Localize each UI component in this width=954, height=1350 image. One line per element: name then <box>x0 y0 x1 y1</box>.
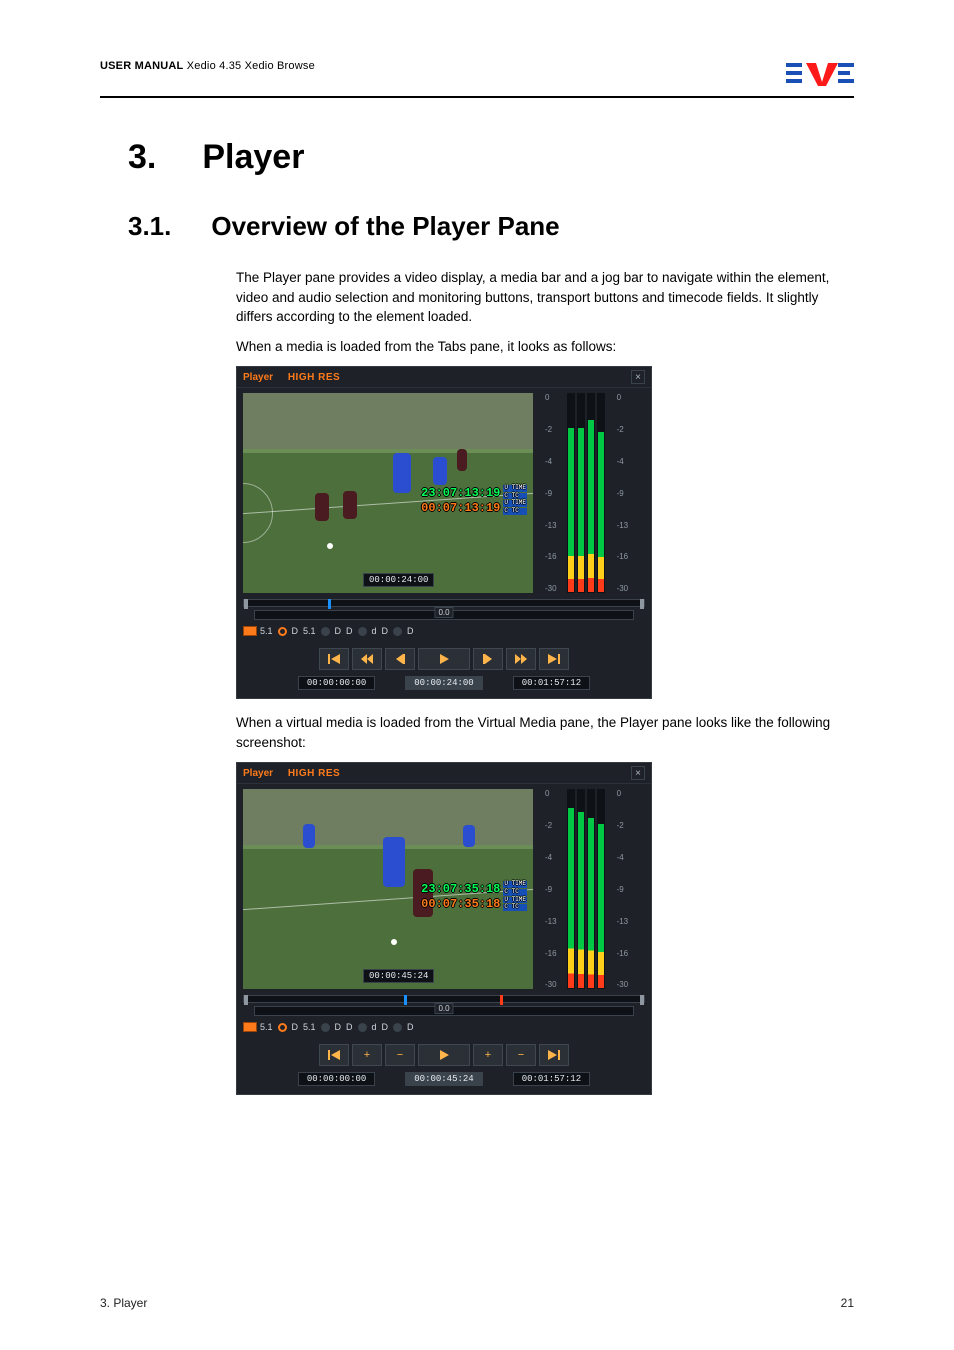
burnt-in-timecode: 23:07:35:18 U TIMEC TC 00:07:35:18 U TIM… <box>421 881 527 911</box>
fast-rewind-button[interactable] <box>352 648 382 670</box>
h1-title: Player <box>202 138 304 177</box>
audio-monitor-toggle[interactable] <box>358 1023 367 1032</box>
media-position-marker[interactable] <box>404 995 407 1005</box>
jog-speed-label: 0.0 <box>434 1003 453 1014</box>
video-display[interactable]: 23:07:13:19 U TIMEC TC 00:07:13:19 U TIM… <box>243 393 533 593</box>
close-icon: × <box>635 768 641 779</box>
doc-header-product: Xedio 4.35 <box>187 60 242 72</box>
player-label: Player <box>243 768 273 779</box>
video-timecode-overlay: 00:00:45:24 <box>363 969 434 983</box>
paragraph-caption-b: When a virtual media is loaded from the … <box>236 713 854 752</box>
audio-monitor-toggle[interactable] <box>321 627 330 636</box>
player-res-label: HIGH RES <box>288 768 340 779</box>
audio-monitor-toggle[interactable] <box>393 1023 402 1032</box>
footer-page-number: 21 <box>841 1296 854 1310</box>
transport-controls <box>237 642 651 674</box>
play-button[interactable] <box>418 1044 470 1066</box>
doc-header-module: Xedio Browse <box>245 60 315 72</box>
tc-current-field[interactable]: 00:00:45:24 <box>405 1072 482 1086</box>
h2-title: Overview of the Player Pane <box>211 211 559 242</box>
paragraph-caption-a: When a media is loaded from the Tabs pan… <box>236 337 854 357</box>
doc-header-prefix: USER MANUAL <box>100 60 183 72</box>
doc-header: USER MANUAL Xedio 4.35 Xedio Browse <box>100 60 315 72</box>
audio-monitor-toggle[interactable] <box>321 1023 330 1032</box>
burnt-in-timecode: 23:07:13:19 U TIMEC TC 00:07:13:19 U TIM… <box>421 485 527 515</box>
mark-out-minus-button[interactable]: − <box>506 1044 536 1066</box>
audio-scale-left: 0 -2 -4 -9 -13 -16 -30 <box>543 789 557 989</box>
goto-start-button[interactable] <box>319 648 349 670</box>
mark-in-minus-button[interactable]: − <box>385 1044 415 1066</box>
media-cut-marker[interactable] <box>500 995 503 1005</box>
jog-bar[interactable]: 0.0 <box>254 610 634 620</box>
player-close-button[interactable]: × <box>631 766 645 780</box>
step-back-button[interactable] <box>385 648 415 670</box>
tc-in-field[interactable]: 00:00:00:00 <box>298 676 375 690</box>
audio-selection-row: 5.1 D 5.1 D D d D D <box>237 626 651 642</box>
media-position-marker[interactable] <box>328 599 331 609</box>
player-res-label: HIGH RES <box>288 372 340 383</box>
tc-out-field[interactable]: 00:01:57:12 <box>513 676 590 690</box>
audio-scale-right: 0 -2 -4 -9 -13 -16 -30 <box>615 789 629 989</box>
media-bar[interactable] <box>243 995 645 1003</box>
media-bar[interactable] <box>243 599 645 607</box>
player-pane-virtual-media: Player HIGH RES × <box>236 762 652 1095</box>
tc-current-field[interactable]: 00:00:24:00 <box>405 676 482 690</box>
jog-bar[interactable]: 0.0 <box>254 1006 634 1016</box>
audio-meters <box>567 393 605 593</box>
evs-logo <box>786 60 854 86</box>
play-button[interactable] <box>418 648 470 670</box>
jog-speed-label: 0.0 <box>434 607 453 618</box>
mark-in-plus-button[interactable]: + <box>352 1044 382 1066</box>
video-timecode-overlay: 00:00:24:00 <box>363 573 434 587</box>
audio-monitor-toggle[interactable] <box>278 627 287 636</box>
audio-selection-row: 5.1 D 5.1 D D d D D <box>237 1022 651 1038</box>
player-label: Player <box>243 372 273 383</box>
footer-section: 3. Player <box>100 1296 147 1310</box>
video-display[interactable]: 23:07:35:18 U TIMEC TC 00:07:35:18 U TIM… <box>243 789 533 989</box>
h1-number: 3. <box>128 138 156 177</box>
audio-meters <box>567 789 605 989</box>
header-rule <box>100 96 854 98</box>
h2-number: 3.1. <box>128 211 171 242</box>
goto-end-button[interactable] <box>539 1044 569 1066</box>
mark-out-plus-button[interactable]: + <box>473 1044 503 1066</box>
audio-scale-right: 0 -2 -4 -9 -13 -16 -30 <box>615 393 629 593</box>
tc-in-field[interactable]: 00:00:00:00 <box>298 1072 375 1086</box>
transport-controls: + − + − <box>237 1038 651 1070</box>
player-close-button[interactable]: × <box>631 370 645 384</box>
paragraph-intro: The Player pane provides a video display… <box>236 268 854 327</box>
player-pane-media: Player HIGH RES × <box>236 366 652 699</box>
step-fwd-button[interactable] <box>473 648 503 670</box>
audio-monitor-toggle[interactable] <box>393 627 402 636</box>
audio-monitor-toggle[interactable] <box>358 627 367 636</box>
fast-forward-button[interactable] <box>506 648 536 670</box>
tc-out-field[interactable]: 00:01:57:12 <box>513 1072 590 1086</box>
audio-monitor-toggle[interactable] <box>278 1023 287 1032</box>
goto-end-button[interactable] <box>539 648 569 670</box>
goto-start-button[interactable] <box>319 1044 349 1066</box>
audio-scale-left: 0 -2 -4 -9 -13 -16 -30 <box>543 393 557 593</box>
close-icon: × <box>635 372 641 383</box>
